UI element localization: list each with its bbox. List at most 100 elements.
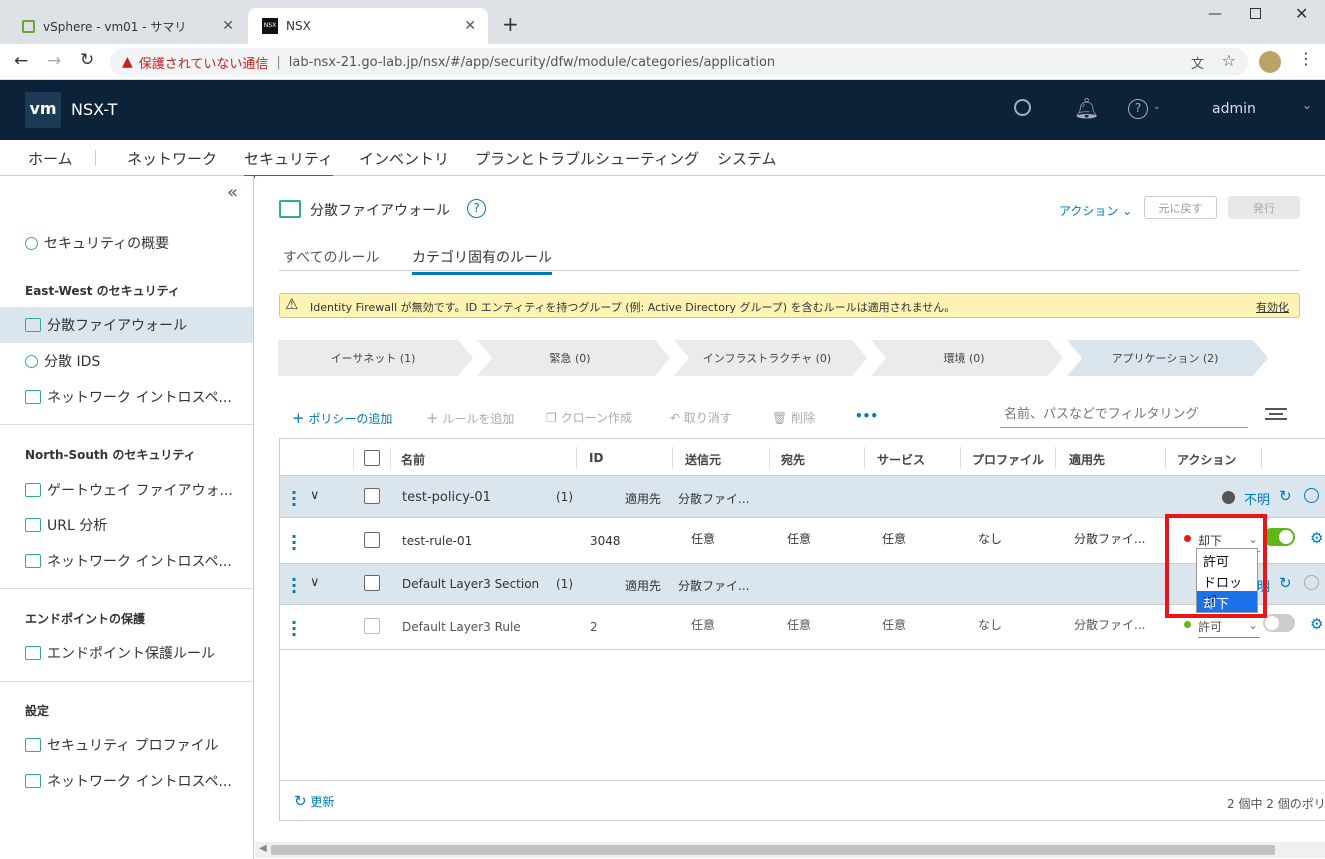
filter-menu-icon[interactable] xyxy=(1265,408,1287,420)
column-header-profile[interactable]: プロファイル xyxy=(972,451,1044,468)
maximize-icon[interactable] xyxy=(1250,8,1261,19)
collapse-sidebar-icon[interactable]: « xyxy=(227,182,238,203)
sidebar-item-url-analysis[interactable]: URL 分析 xyxy=(0,507,253,543)
column-header-id[interactable]: ID xyxy=(589,451,603,465)
rule-destination[interactable]: 任意 xyxy=(787,616,811,633)
rule-action-select[interactable]: 許可 ⌄ xyxy=(1198,618,1260,638)
url-field[interactable]: ▲ 保護されていない通信 | lab-nsx-21.go-lab.jp/nsx/… xyxy=(110,48,1248,76)
history-icon[interactable] xyxy=(1304,488,1319,503)
sidebar-item-security-profile[interactable]: セキュリティ プロファイル xyxy=(0,727,253,763)
undo-button[interactable]: ↶ 取り消す xyxy=(670,409,732,426)
nav-system[interactable]: システム xyxy=(717,148,777,169)
rule-source[interactable]: 任意 xyxy=(691,530,715,547)
select-all-checkbox[interactable] xyxy=(364,450,380,466)
rule-enable-toggle[interactable] xyxy=(1263,528,1295,546)
row-checkbox[interactable] xyxy=(364,618,380,634)
forward-icon[interactable]: → xyxy=(47,51,61,71)
nav-home[interactable]: ホーム xyxy=(28,148,73,169)
expand-chevron-icon[interactable]: ∨ xyxy=(310,488,320,503)
sidebar-item-gateway-fw[interactable]: ゲートウェイ ファイアウォ... xyxy=(0,472,253,508)
sidebar-item-introspection-ns[interactable]: ネットワーク イントロスペ... xyxy=(0,543,253,579)
row-checkbox[interactable] xyxy=(364,488,380,504)
row-checkbox[interactable] xyxy=(364,532,380,548)
scrollbar-thumb[interactable] xyxy=(271,845,1275,855)
more-options-icon[interactable]: ••• xyxy=(855,409,878,423)
browser-menu-icon[interactable]: ⋮ xyxy=(1298,49,1314,68)
new-tab-icon[interactable]: + xyxy=(502,12,519,36)
rule-profile[interactable]: なし xyxy=(978,616,1002,633)
user-menu[interactable]: admin xyxy=(1212,101,1256,117)
close-tab-icon[interactable]: ✕ xyxy=(222,18,234,34)
column-header-name[interactable]: 名前 xyxy=(401,451,425,468)
sidebar-item-endpoint-rules[interactable]: エンドポイント保護ルール xyxy=(0,635,253,671)
row-menu-icon[interactable]: · · · xyxy=(291,572,297,600)
rule-name[interactable]: test-rule-01 xyxy=(402,534,472,548)
column-header-source[interactable]: 送信元 xyxy=(685,451,721,468)
search-icon[interactable] xyxy=(1014,99,1031,116)
rule-service[interactable]: 任意 xyxy=(882,530,906,547)
policy-status[interactable]: 不明 xyxy=(1244,489,1270,508)
filter-input[interactable] xyxy=(1000,402,1248,428)
row-menu-icon[interactable]: · · · xyxy=(291,529,297,557)
reload-icon[interactable]: ↻ xyxy=(80,50,94,70)
row-menu-icon[interactable]: · · · xyxy=(291,485,297,513)
policy-applied-to[interactable]: 分散ファイ... xyxy=(678,490,749,507)
add-rule-button[interactable]: + ルールを追加 xyxy=(426,409,514,427)
publish-button[interactable]: 発行 xyxy=(1228,196,1300,219)
rule-enable-toggle[interactable] xyxy=(1263,614,1295,632)
refresh-status-icon[interactable]: ↻ xyxy=(1279,574,1292,592)
clone-button[interactable]: ❐ クローン作成 xyxy=(546,409,632,426)
row-menu-icon[interactable]: · · · xyxy=(291,615,297,643)
sidebar-item-dfw[interactable]: 分散ファイアウォール xyxy=(0,307,253,343)
column-header-destination[interactable]: 宛先 xyxy=(781,451,805,468)
enable-link[interactable]: 有効化 xyxy=(1256,299,1289,315)
rule-source[interactable]: 任意 xyxy=(691,616,715,633)
minimize-icon[interactable]: — xyxy=(1208,6,1222,22)
close-window-icon[interactable]: ✕ xyxy=(1295,4,1308,23)
back-icon[interactable]: ← xyxy=(14,51,28,71)
gear-icon[interactable]: ⚙ xyxy=(1310,615,1323,633)
expand-chevron-icon[interactable]: ∨ xyxy=(310,575,320,590)
refresh-status-icon[interactable]: ↻ xyxy=(1279,487,1292,505)
policy-name[interactable]: Default Layer3 Section xyxy=(402,577,539,591)
column-header-applied-to[interactable]: 適用先 xyxy=(1069,451,1105,468)
sidebar-item-overview[interactable]: セキュリティの概要 xyxy=(0,225,253,261)
sidebar-item-ids[interactable]: 分散 IDS xyxy=(0,343,253,379)
nav-inventory[interactable]: インベントリ xyxy=(359,148,449,169)
sidebar-item-introspection-settings[interactable]: ネットワーク イントロスペ... xyxy=(0,763,253,799)
user-chevron-icon[interactable]: ⌄ xyxy=(1302,98,1312,112)
sidebar-item-introspection-ew[interactable]: ネットワーク イントロスペ... xyxy=(0,379,253,415)
gear-icon[interactable]: ⚙ xyxy=(1310,529,1323,547)
help-icon[interactable]: ? xyxy=(467,199,486,218)
bell-icon[interactable]: 🔔︎ xyxy=(1074,96,1099,120)
action-menu[interactable]: アクション ⌄ xyxy=(1059,202,1132,219)
row-checkbox[interactable] xyxy=(364,575,380,591)
bookmark-star-icon[interactable]: ☆ xyxy=(1222,51,1236,70)
rule-applied-to[interactable]: 分散ファイ... xyxy=(1074,530,1145,547)
refresh-button[interactable]: ↻ 更新 xyxy=(294,792,334,810)
rule-service[interactable]: 任意 xyxy=(882,616,906,633)
scroll-left-icon[interactable]: ◀ xyxy=(259,843,267,854)
help-icon[interactable]: ? xyxy=(1128,99,1148,119)
nav-security[interactable]: セキュリティ xyxy=(244,148,334,178)
chevron-down-icon[interactable]: ⌄ xyxy=(1153,102,1161,112)
browser-tab-nsx[interactable]: NSX NSX ✕ xyxy=(248,8,488,44)
profile-avatar[interactable] xyxy=(1259,51,1281,73)
column-header-service[interactable]: サービス xyxy=(877,451,925,468)
policy-name[interactable]: test-policy-01 xyxy=(402,490,491,505)
rule-profile[interactable]: なし xyxy=(978,530,1002,547)
rule-destination[interactable]: 任意 xyxy=(787,530,811,547)
policy-applied-to[interactable]: 分散ファイ... xyxy=(678,577,749,594)
revert-button[interactable]: 元に戻す xyxy=(1144,196,1217,219)
nav-troubleshooting[interactable]: プランとトラブルシューティング xyxy=(475,148,699,169)
rule-name[interactable]: Default Layer3 Rule xyxy=(402,620,521,634)
policy-row[interactable]: · · · ∨ test-policy-01 (1) 適用先 分散ファイ... 不明… xyxy=(280,476,1325,518)
column-header-action[interactable]: アクション xyxy=(1177,451,1236,468)
rule-applied-to[interactable]: 分散ファイ... xyxy=(1074,616,1145,633)
add-policy-button[interactable]: + ポリシーの追加 xyxy=(292,409,392,427)
delete-button[interactable]: 🗑︎ 削除 xyxy=(772,409,815,426)
nav-network[interactable]: ネットワーク xyxy=(127,148,217,169)
translate-icon[interactable]: 文 xyxy=(1191,53,1204,72)
horizontal-scrollbar[interactable]: ◀ xyxy=(255,842,1325,858)
browser-tab-vsphere[interactable]: vSphere - vm01 - サマリ ✕ xyxy=(8,8,246,44)
